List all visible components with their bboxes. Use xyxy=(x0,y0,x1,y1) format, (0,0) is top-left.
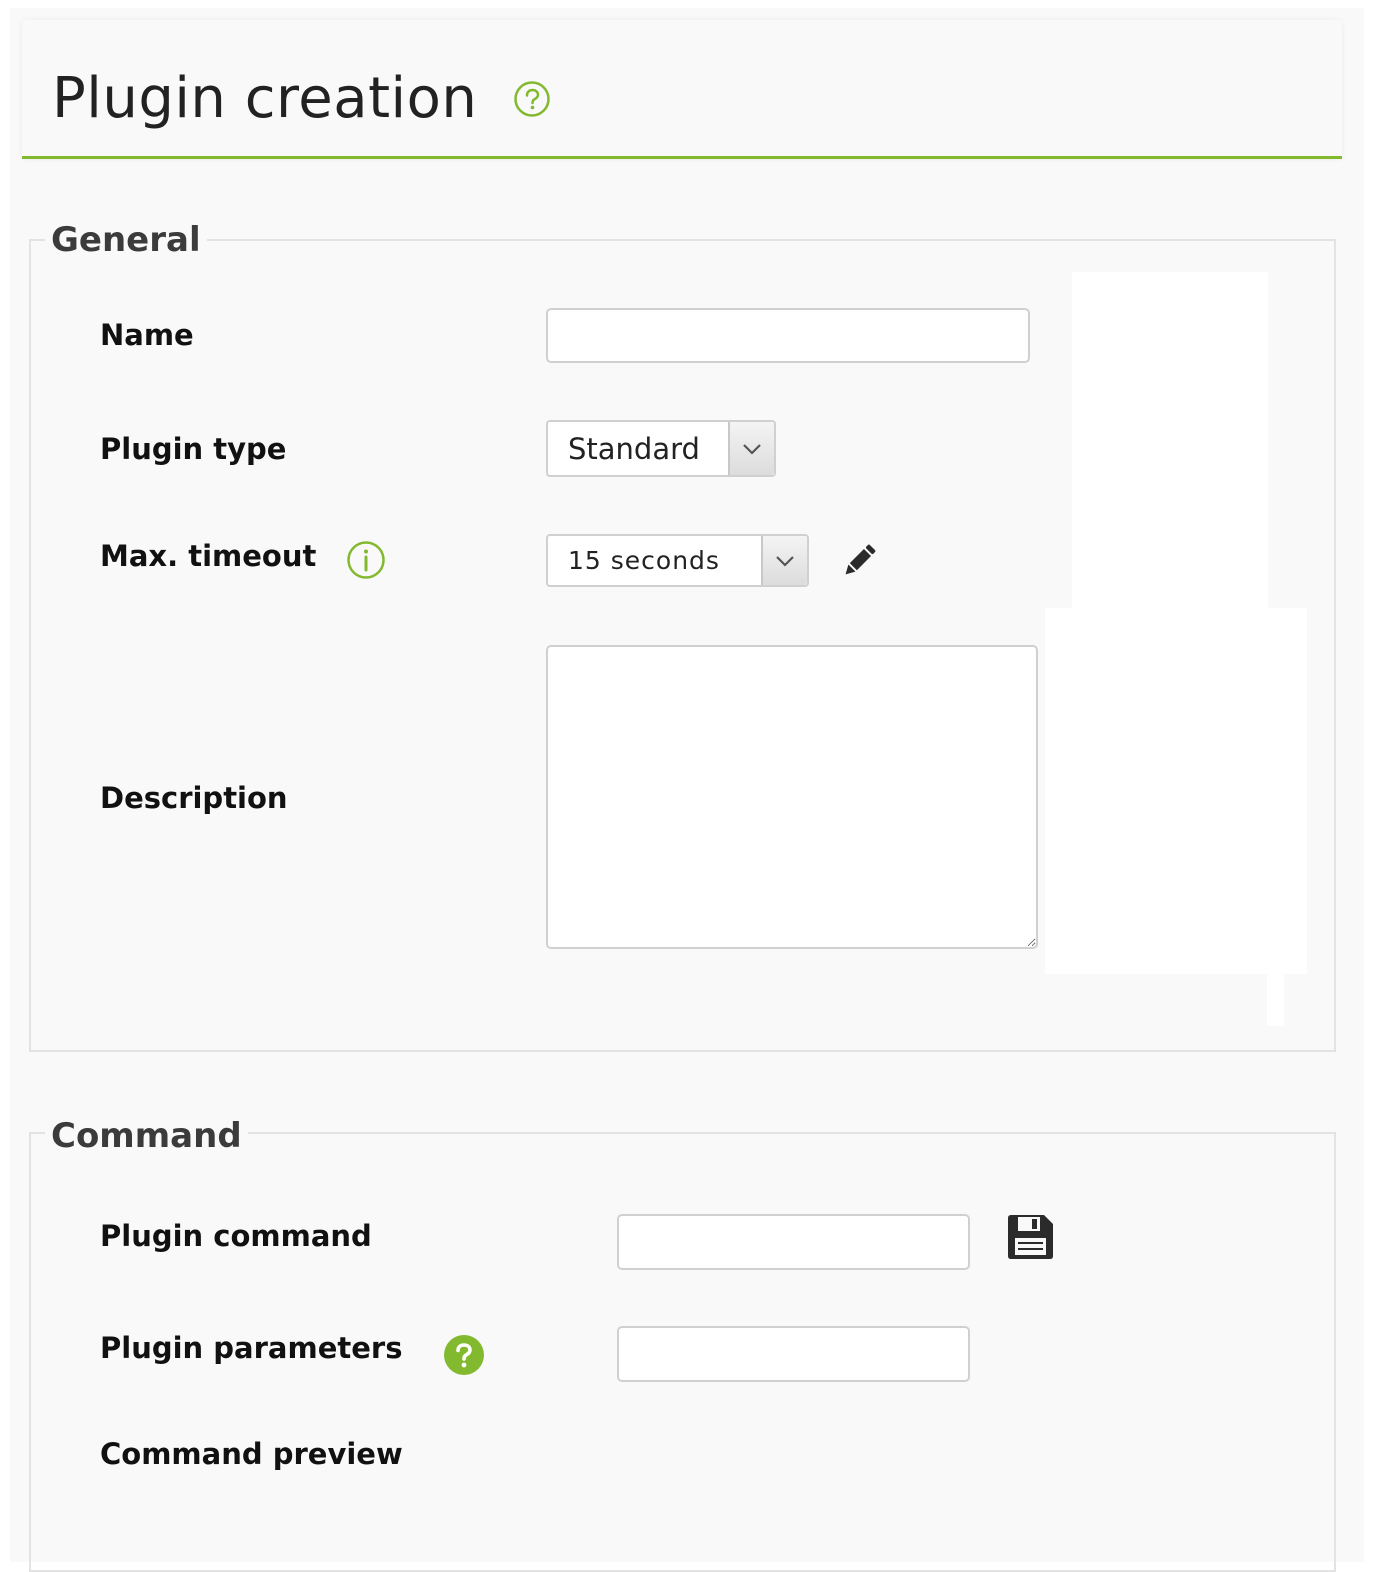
description-textarea[interactable] xyxy=(546,645,1038,949)
help-icon[interactable] xyxy=(513,80,551,118)
command-preview-label: Command preview xyxy=(100,1437,403,1471)
general-legend: General xyxy=(45,220,207,260)
info-icon[interactable] xyxy=(346,540,386,580)
name-label: Name xyxy=(100,318,194,352)
floppy-disk-icon[interactable] xyxy=(1004,1212,1056,1262)
max-timeout-label: Max. timeout xyxy=(100,539,317,573)
max-timeout-dropdown-arrow[interactable] xyxy=(761,536,807,585)
chevron-down-icon xyxy=(743,443,761,455)
plugin-command-label: Plugin command xyxy=(100,1219,372,1253)
question-circle-filled-icon[interactable] xyxy=(443,1334,485,1376)
page-title: Plugin creation xyxy=(52,66,478,131)
plugin-parameters-label: Plugin parameters xyxy=(100,1331,403,1365)
max-timeout-select[interactable]: 15 seconds xyxy=(546,534,809,587)
pencil-icon[interactable] xyxy=(836,538,882,584)
max-timeout-value: 15 seconds xyxy=(568,546,720,575)
plugin-type-value: Standard xyxy=(568,432,700,466)
plugin-type-select[interactable]: Standard xyxy=(546,420,776,477)
blank-area xyxy=(1267,960,1284,1026)
blank-area xyxy=(1045,608,1307,974)
command-legend: Command xyxy=(45,1116,248,1156)
blank-area xyxy=(1072,272,1268,616)
plugin-parameters-input[interactable] xyxy=(617,1326,970,1382)
plugin-type-dropdown-arrow[interactable] xyxy=(728,422,774,475)
name-input[interactable] xyxy=(546,308,1030,363)
plugin-command-input[interactable] xyxy=(617,1214,970,1270)
plugin-type-label: Plugin type xyxy=(100,432,287,466)
description-label: Description xyxy=(100,781,288,815)
chevron-down-icon xyxy=(776,555,794,567)
